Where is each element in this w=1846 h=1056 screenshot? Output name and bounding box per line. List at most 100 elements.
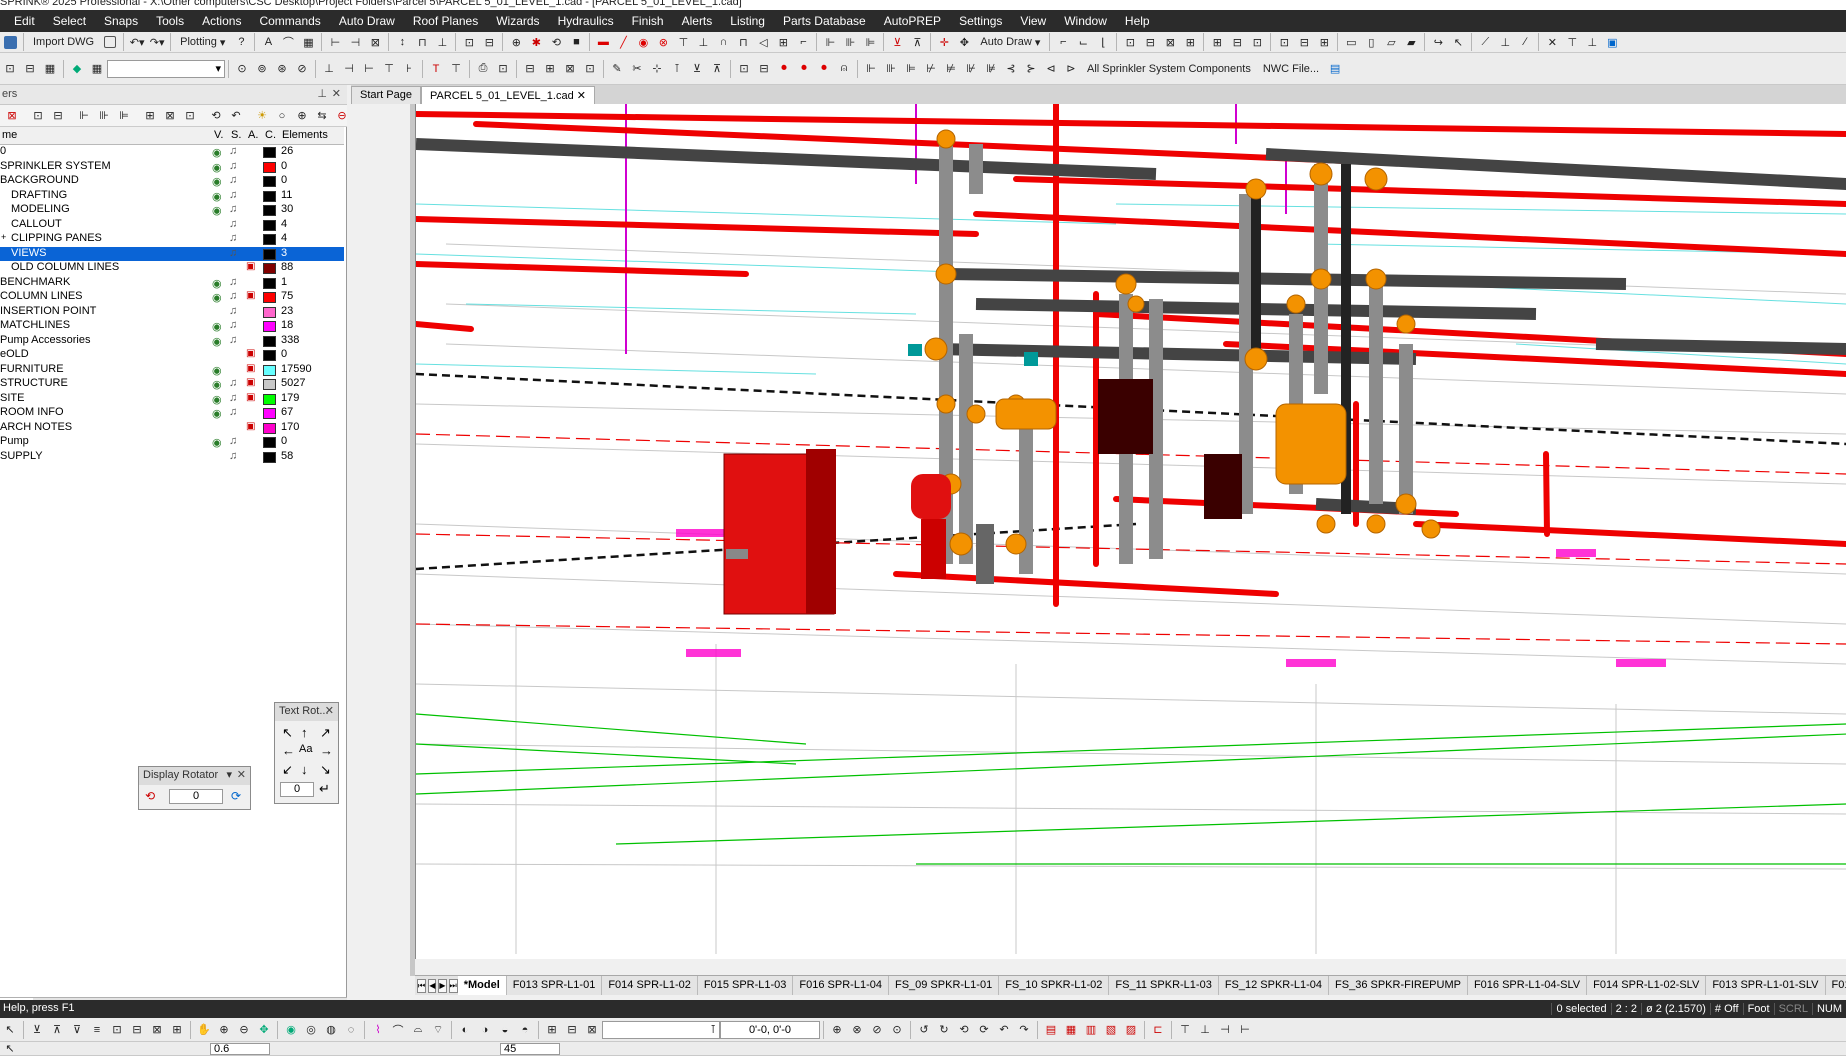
view-eye4-icon[interactable]: ◌ bbox=[342, 1020, 360, 1040]
render4-icon[interactable]: ◓ bbox=[516, 1020, 534, 1040]
layer-row[interactable]: STRUCTURE ◉ ♫ ▣ 5027 bbox=[0, 377, 344, 392]
snap-icon[interactable]: ♫ bbox=[229, 435, 237, 447]
layer-row[interactable]: BENCHMARK ◉ ♫ 1 bbox=[0, 276, 344, 291]
grid3-icon[interactable]: ⊡ bbox=[1248, 32, 1266, 52]
window-icon[interactable]: ⊡ bbox=[1121, 32, 1139, 52]
sheet-tab[interactable]: F013 SPR-L1-01-SLV bbox=[1706, 976, 1826, 995]
eye-icon[interactable]: ◉ bbox=[212, 291, 222, 304]
layer-color-swatch[interactable] bbox=[263, 161, 276, 173]
layer-row[interactable]: ARCH NOTES ▣ 170 bbox=[0, 421, 344, 436]
tee-icon[interactable]: ⊤ bbox=[674, 32, 692, 52]
snap-icon[interactable]: ♫ bbox=[229, 203, 237, 215]
draw-line-icon[interactable]: ⟋ bbox=[1476, 32, 1494, 52]
block-icon[interactable]: ■ bbox=[567, 32, 585, 52]
layout-icon[interactable]: ▭ bbox=[1342, 32, 1360, 52]
display-rotation-input[interactable]: 0 bbox=[169, 789, 223, 804]
edit4-icon[interactable]: ⊺ bbox=[668, 59, 686, 79]
col-snap[interactable]: S. bbox=[231, 129, 241, 141]
lightbulb-off-icon[interactable]: ○ bbox=[273, 106, 291, 126]
menu-finish[interactable]: Finish bbox=[623, 10, 673, 32]
pipe-size5-icon[interactable]: ⊦ bbox=[400, 59, 418, 79]
reducer-icon[interactable]: ◁ bbox=[754, 32, 772, 52]
expand-icon[interactable]: + bbox=[1, 232, 6, 242]
menu-snaps[interactable]: Snaps bbox=[95, 10, 147, 32]
close-icon[interactable]: ✕ bbox=[332, 87, 341, 100]
filter5-icon[interactable]: ⊡ bbox=[108, 1020, 126, 1040]
hydraulic-icon[interactable]: ⊡ bbox=[735, 59, 753, 79]
layer-tree3-icon[interactable]: ⊫ bbox=[115, 106, 133, 126]
grid-icon[interactable]: ⊞ bbox=[1208, 32, 1226, 52]
stop-red2-icon[interactable]: ⏺ bbox=[795, 59, 813, 79]
sheet-tab[interactable]: F014 SPR-L1-02 bbox=[602, 976, 698, 995]
arc-tool2-icon[interactable]: ↻ bbox=[935, 1020, 953, 1040]
menu-window[interactable]: Window bbox=[1055, 10, 1116, 32]
frame2-icon[interactable]: ⊟ bbox=[480, 32, 498, 52]
rotate-e-icon[interactable]: → bbox=[320, 743, 333, 758]
grid-toggle-icon[interactable]: ⊞ bbox=[543, 1020, 561, 1040]
import-dwg-button[interactable]: Import DWG bbox=[28, 32, 99, 52]
layer-row[interactable]: VIEWS ♫ 3 bbox=[0, 246, 344, 261]
lock-icon[interactable]: ▣ bbox=[246, 290, 255, 301]
layer-row[interactable]: 0 ◉ ♫ 26 bbox=[0, 145, 344, 160]
next-sheet-icon[interactable]: ▶ bbox=[438, 978, 447, 993]
layer-row[interactable]: SITE ◉ ♫ ▣ 179 bbox=[0, 392, 344, 407]
layer-minus-icon[interactable]: ⊖ bbox=[333, 106, 351, 126]
layers-stack-icon[interactable]: ≡ bbox=[88, 1020, 106, 1040]
col-visible[interactable]: V. bbox=[214, 129, 223, 141]
eye-icon[interactable]: ◉ bbox=[212, 393, 222, 406]
properties-icon[interactable]: ▦ bbox=[41, 59, 59, 79]
export2-icon[interactable]: ⊞ bbox=[541, 59, 559, 79]
eye-icon[interactable]: ◉ bbox=[212, 320, 222, 333]
snap-icon[interactable]: ♫ bbox=[229, 305, 237, 317]
layer-state-icon[interactable]: ⊞ bbox=[141, 106, 159, 126]
export-icon[interactable]: ⊟ bbox=[521, 59, 539, 79]
layer-color-swatch[interactable] bbox=[263, 263, 276, 274]
lock-icon[interactable]: ▣ bbox=[246, 363, 255, 374]
zoom-layer-icon[interactable]: ⊕ bbox=[293, 106, 311, 126]
lock-icon[interactable]: ▣ bbox=[246, 392, 255, 403]
layer-color-swatch[interactable] bbox=[263, 277, 276, 289]
curve-tool4-icon[interactable]: ⌔ bbox=[429, 1020, 447, 1040]
menu-edit[interactable]: Edit bbox=[0, 10, 44, 32]
layout2-icon[interactable]: ▯ bbox=[1362, 32, 1380, 52]
tree-icon[interactable]: ⊩ bbox=[862, 59, 880, 79]
redo-icon[interactable]: ↷▾ bbox=[148, 32, 166, 52]
text-rotation-input[interactable]: 0 bbox=[280, 782, 314, 797]
edit2-icon[interactable]: ✂ bbox=[628, 59, 646, 79]
line-draw2-icon[interactable]: ⌙ bbox=[1074, 32, 1092, 52]
snap-icon[interactable]: ⊙ bbox=[233, 59, 251, 79]
pipe-size2-icon[interactable]: ⊣ bbox=[340, 59, 358, 79]
elevation-slider[interactable]: ⊺ bbox=[602, 1020, 720, 1039]
first-sheet-icon[interactable]: ⏮ bbox=[417, 978, 427, 993]
layer-row[interactable]: FURNITURE ◉ ▣ 17590 bbox=[0, 363, 344, 378]
layer-color-swatch[interactable] bbox=[263, 321, 276, 332]
layer-props-icon[interactable]: ⊡ bbox=[29, 106, 47, 126]
hanger-icon[interactable]: ⊥ bbox=[694, 32, 712, 52]
hydraulic2-icon[interactable]: ⊟ bbox=[755, 59, 773, 79]
tree7-icon[interactable]: ⊯ bbox=[982, 59, 1000, 79]
layer-color-swatch[interactable] bbox=[263, 408, 276, 419]
tab-start-page[interactable]: Start Page bbox=[351, 86, 421, 104]
orbit-icon[interactable]: ✥ bbox=[255, 1020, 273, 1040]
plotting-button[interactable]: Plotting ▾ bbox=[175, 32, 230, 52]
sheet-tab[interactable]: FS_36 SPKR-FIREPUMP bbox=[1329, 976, 1468, 995]
close-tab-icon[interactable]: ✕ bbox=[574, 90, 586, 102]
copy-icon[interactable] bbox=[101, 32, 119, 52]
layer-row[interactable]: CALLOUT ♫ 4 bbox=[0, 218, 344, 233]
prev-sheet-icon[interactable]: ◀ bbox=[428, 978, 437, 993]
draw-line3-icon[interactable]: ∕ bbox=[1516, 32, 1534, 52]
window4-icon[interactable]: ⊞ bbox=[1181, 32, 1199, 52]
menu-auto-draw[interactable]: Auto Draw bbox=[330, 10, 404, 32]
crosshair-icon[interactable]: ✛ bbox=[935, 32, 953, 52]
menu-tools[interactable]: Tools bbox=[147, 10, 193, 32]
rotate-nw-icon[interactable]: ↖ bbox=[282, 725, 293, 741]
tools-icon[interactable]: ✕ bbox=[1543, 32, 1561, 52]
sheet-tab[interactable]: FS_10 SPKR-L1-02 bbox=[999, 976, 1110, 995]
edit6-icon[interactable]: ⊼ bbox=[708, 59, 726, 79]
flange-icon[interactable]: ⊞ bbox=[774, 32, 792, 52]
layer-row[interactable]: BACKGROUND ◉ ♫ 0 bbox=[0, 174, 344, 189]
pipe-size3-icon[interactable]: ⊢ bbox=[360, 59, 378, 79]
menu-alerts[interactable]: Alerts bbox=[673, 10, 722, 32]
preview-icon[interactable]: ⊡ bbox=[494, 59, 512, 79]
view-eye3-icon[interactable]: ◍ bbox=[322, 1020, 340, 1040]
